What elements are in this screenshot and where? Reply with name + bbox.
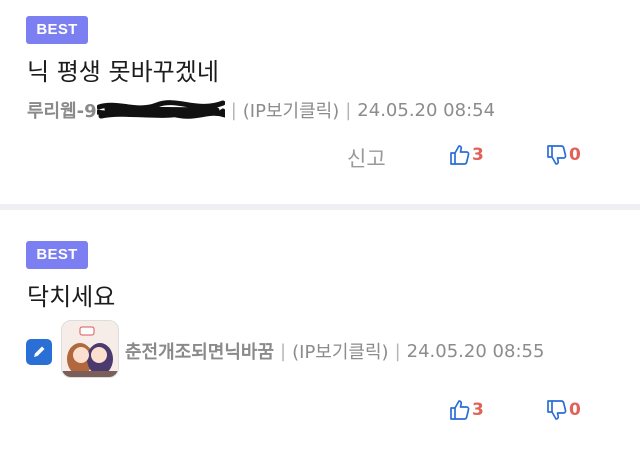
meta-separator: |	[280, 340, 287, 362]
upvote-count: 3	[472, 400, 484, 420]
thumbs-up-icon	[450, 400, 470, 420]
comment-meta: 루리웹-9 | (IP보기클릭) | 24.05.20 08:54	[27, 97, 495, 123]
upvote-count: 3	[472, 145, 484, 165]
comment-meta: 춘전개조되면닉바꿈 | (IP보기클릭) | 24.05.20 08:55	[125, 338, 544, 364]
downvote-count: 0	[569, 145, 581, 165]
ip-link[interactable]: (IP보기클릭)	[243, 97, 339, 123]
meta-separator: |	[345, 99, 352, 121]
comment-nickname[interactable]: 루리웹-9	[27, 97, 97, 123]
meta-separator: |	[394, 340, 401, 362]
pencil-icon	[26, 339, 52, 365]
best-badge: BEST	[26, 241, 88, 269]
report-button[interactable]: 신고	[347, 143, 386, 173]
thumbs-down-icon	[547, 145, 567, 165]
redacted-scribble	[96, 100, 225, 119]
best-badge: BEST	[26, 16, 88, 44]
comment-nickname[interactable]: 춘전개조되면닉바꿈	[125, 338, 274, 364]
downvote-button[interactable]: 0	[545, 398, 581, 422]
comment-text: 닉 평생 못바꾸겠네	[27, 58, 219, 86]
downvote-button[interactable]: 0	[545, 143, 581, 167]
downvote-count: 0	[569, 400, 581, 420]
avatar[interactable]	[61, 320, 119, 378]
thumbs-down-icon	[547, 400, 567, 420]
upvote-button[interactable]: 3	[448, 398, 484, 422]
comment-item: BEST 닉 평생 못바꾸겠네 루리웹-9 | (IP보기클릭) | 24.05…	[0, 0, 640, 204]
meta-separator: |	[230, 99, 237, 121]
comment-date: 24.05.20 08:54	[357, 99, 496, 121]
upvote-button[interactable]: 3	[448, 143, 484, 167]
ip-link[interactable]: (IP보기클릭)	[292, 338, 388, 364]
thumbs-up-icon	[450, 145, 470, 165]
comment-text: 닥치세요	[27, 283, 116, 311]
comment-item: BEST 닥치세요 춘전개조되면닉바꿈 | (IP보기클릭) | 24.05.2…	[0, 210, 640, 458]
comment-date: 24.05.20 08:55	[406, 340, 545, 362]
